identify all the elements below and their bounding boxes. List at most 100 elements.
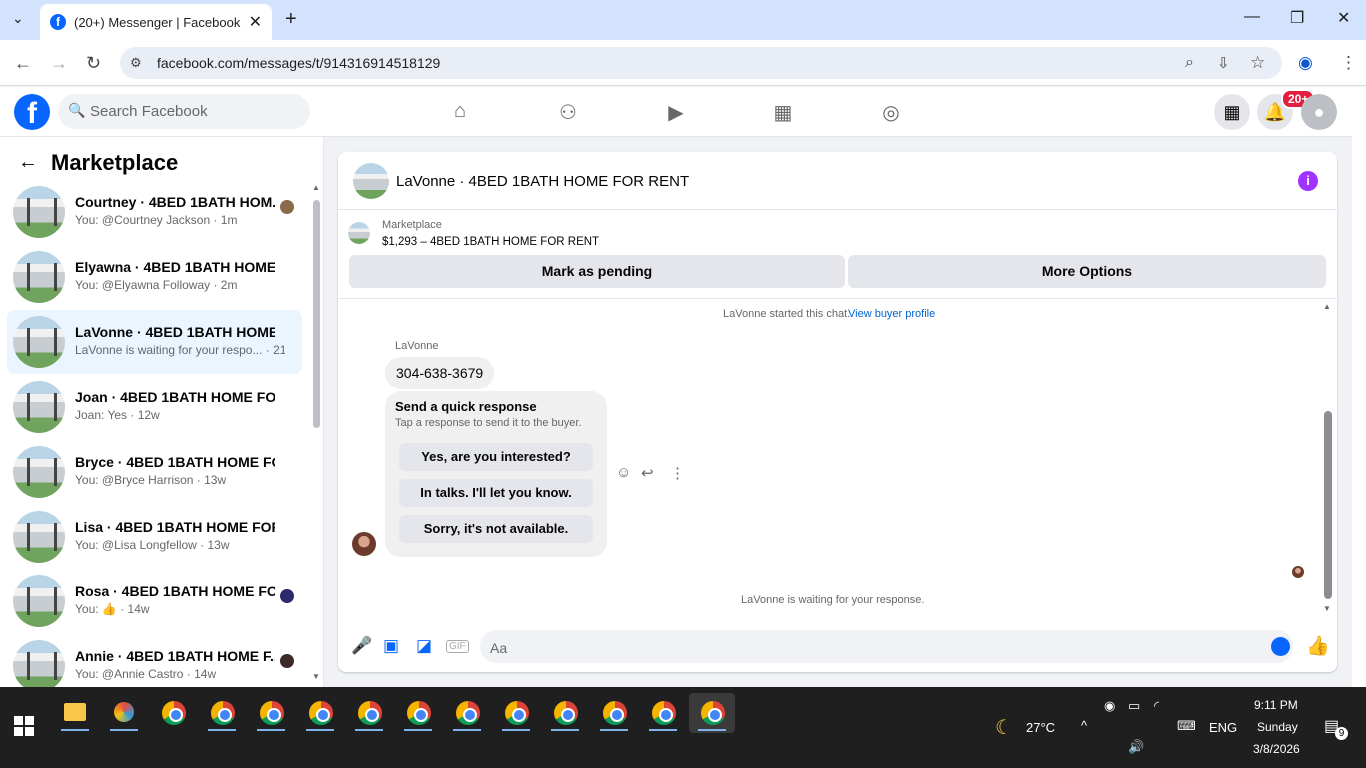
chrome-profile-icon[interactable]	[447, 693, 487, 733]
conversation-item[interactable]: Bryce · 4BED 1BATH HOME FOR ... You: @Br…	[7, 440, 302, 504]
listing-thumbnail	[13, 640, 65, 687]
clock-time[interactable]: 9:11 PM	[1254, 698, 1298, 712]
quick-response-title: Send a quick response	[395, 399, 537, 414]
photo-icon[interactable]: ▣	[383, 636, 399, 656]
chrome-profile-icon[interactable]	[349, 693, 389, 733]
weather-temp[interactable]: 27°C	[1026, 720, 1055, 735]
marketplace-icon[interactable]: ▦	[771, 100, 795, 124]
search-input[interactable]: 🔍 Search Facebook	[58, 94, 310, 129]
more-icon[interactable]: ⋮	[670, 464, 685, 482]
marketplace-label: Marketplace	[382, 219, 442, 231]
conversation-item[interactable]: Joan · 4BED 1BATH HOME FOR ... Joan: Yes…	[7, 375, 302, 439]
video-icon[interactable]: ▶	[664, 100, 688, 124]
browser-tab[interactable]: f (20+) Messenger | Facebook ✕	[40, 4, 272, 40]
zoom-icon[interactable]: ⌕	[1185, 54, 1194, 72]
close-tab-icon[interactable]: ✕	[249, 12, 262, 32]
chat-scrollbar[interactable]	[1324, 411, 1332, 599]
sidebar-scrollbar[interactable]	[313, 200, 320, 428]
groups-icon[interactable]: ◎	[879, 100, 903, 124]
volume-icon[interactable]: 🔊	[1128, 739, 1144, 755]
chrome-profile-icon-active[interactable]	[689, 693, 735, 733]
weather-moon-icon[interactable]: ☾	[995, 715, 1013, 740]
language-indicator[interactable]: ENG	[1209, 720, 1237, 735]
home-icon[interactable]: ⌂	[448, 100, 472, 124]
conversation-item[interactable]: Elyawna · 4BED 1BATH HOME F... You: @Ely…	[7, 245, 302, 309]
conversation-item[interactable]: Rosa · 4BED 1BATH HOME FO... You: 👍 · 14…	[7, 569, 302, 633]
new-tab-icon[interactable]: +	[285, 8, 297, 31]
divider	[338, 298, 1337, 299]
quick-response-button[interactable]: Sorry, it's not available.	[399, 515, 593, 543]
url-text[interactable]: facebook.com/messages/t/914316914518129	[157, 55, 440, 71]
info-icon[interactable]: i	[1298, 171, 1318, 191]
conversation-preview: LaVonne is waiting for your respo... · 2…	[75, 343, 285, 357]
chrome-profile-icon[interactable]	[251, 693, 291, 733]
chrome-profile-icon[interactable]	[398, 693, 438, 733]
chrome-profile-icon[interactable]	[643, 693, 683, 733]
listing-avatar[interactable]	[353, 163, 389, 199]
chrome-profile-icon[interactable]	[300, 693, 340, 733]
search-icon: 🔍	[68, 102, 86, 118]
restore-icon[interactable]: ❐	[1290, 8, 1304, 28]
view-buyer-profile-link[interactable]: View buyer profile	[848, 308, 935, 320]
chrome-profile-icon[interactable]	[545, 693, 585, 733]
page-scrollbar[interactable]	[1352, 87, 1366, 687]
like-icon[interactable]: 👍	[1306, 634, 1330, 658]
scroll-up-icon[interactable]: ▲	[1323, 302, 1331, 311]
listing-price-title[interactable]: $1,293 – 4BED 1BATH HOME FOR RENT	[382, 236, 599, 248]
bookmark-star-icon[interactable]: ☆	[1250, 53, 1265, 73]
emoji-icon[interactable]	[1271, 637, 1290, 656]
react-icon[interactable]: ☺	[616, 464, 631, 481]
chrome-icon[interactable]	[153, 693, 193, 733]
scroll-down-icon[interactable]: ▼	[312, 672, 320, 681]
reload-icon[interactable]: ↻	[86, 53, 101, 74]
quick-response-button[interactable]: Yes, are you interested?	[399, 443, 593, 471]
facebook-logo-icon[interactable]: f	[14, 94, 50, 130]
conversation-name: Annie · 4BED 1BATH HOME F...	[75, 648, 275, 664]
conversation-item[interactable]: Courtney · 4BED 1BATH HOM... You: @Court…	[7, 180, 302, 244]
show-hidden-icons-icon[interactable]: ^	[1081, 718, 1087, 733]
more-options-button[interactable]: More Options	[848, 255, 1326, 288]
minimize-icon[interactable]: —	[1244, 8, 1260, 26]
message-input[interactable]: Aa	[480, 630, 1293, 663]
network-icon[interactable]: ◜	[1154, 698, 1159, 714]
message-bubble[interactable]: 304-638-3679	[385, 357, 495, 389]
friends-icon[interactable]: ⚇	[556, 100, 580, 124]
microphone-icon[interactable]: 🎤	[351, 636, 372, 656]
back-icon[interactable]: ←	[14, 53, 32, 74]
paint-app-icon[interactable]	[104, 693, 144, 733]
reply-icon[interactable]: ↩	[641, 464, 654, 482]
scroll-up-icon[interactable]: ▲	[312, 183, 320, 192]
windows-start-icon[interactable]	[14, 716, 34, 736]
battery-icon[interactable]: ▭	[1128, 698, 1140, 714]
conversation-item-active[interactable]: LaVonne · 4BED 1BATH HOME F... LaVonne i…	[7, 310, 302, 374]
back-arrow-icon[interactable]: ←	[18, 151, 38, 174]
account-avatar[interactable]: ●	[1301, 94, 1337, 130]
forward-icon[interactable]: →	[50, 53, 68, 74]
profile-icon[interactable]: ◉	[1298, 53, 1313, 73]
chrome-profile-icon[interactable]	[594, 693, 634, 733]
sender-avatar[interactable]	[352, 532, 376, 556]
scroll-down-icon[interactable]: ▼	[1323, 604, 1331, 613]
clock-date[interactable]: 3/8/2026	[1253, 742, 1300, 756]
menu-grid-icon[interactable]: ▦	[1214, 94, 1250, 130]
clock-day[interactable]: Sunday	[1257, 720, 1298, 734]
gif-icon[interactable]: GIF	[446, 640, 469, 653]
sticker-icon[interactable]: ◪	[416, 636, 432, 656]
listing-thumbnail[interactable]	[348, 222, 370, 244]
mark-as-pending-button[interactable]: Mark as pending	[349, 255, 845, 288]
file-explorer-icon[interactable]	[55, 693, 95, 733]
site-info-icon[interactable]: ⚙	[130, 55, 142, 71]
record-icon[interactable]: ◉	[1104, 698, 1115, 714]
conversation-preview: Joan: Yes · 12w	[75, 408, 160, 422]
keyboard-icon[interactable]: ⌨	[1177, 718, 1196, 734]
conversation-item[interactable]: Annie · 4BED 1BATH HOME F... You: @Annie…	[7, 634, 302, 687]
chrome-profile-icon[interactable]	[202, 693, 242, 733]
quick-response-button[interactable]: In talks. I'll let you know.	[399, 479, 593, 507]
chrome-profile-icon[interactable]	[496, 693, 536, 733]
close-window-icon[interactable]: ✕	[1337, 8, 1350, 28]
menu-icon[interactable]: ⋮	[1340, 53, 1357, 73]
install-app-icon[interactable]: ⇩	[1217, 54, 1230, 72]
conversation-item[interactable]: Lisa · 4BED 1BATH HOME FOR R... You: @Li…	[7, 505, 302, 569]
tab-list-dropdown-icon[interactable]: ⌄	[12, 10, 24, 27]
chat-title[interactable]: LaVonne · 4BED 1BATH HOME FOR RENT	[396, 173, 689, 190]
